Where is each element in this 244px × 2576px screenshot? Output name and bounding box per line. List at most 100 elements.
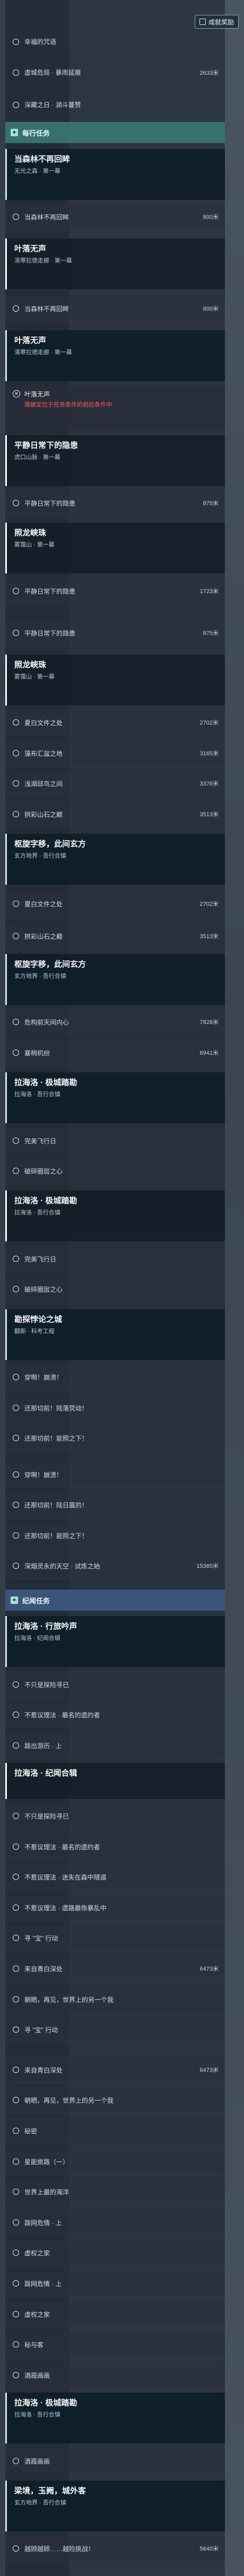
quest-card[interactable]: 拉海洛 · 极城踏勘 拉海洛 · 吾行合镇: [5, 2393, 225, 2443]
quest-step-label: 危构前天间内心: [24, 1018, 69, 1026]
quest-card[interactable]: 当森林不再回眸 无光之森 · 第一幕: [5, 149, 225, 200]
quest-step-row[interactable]: 酒霞画画: [5, 2448, 225, 2474]
quest-step-row[interactable]: 塞稍机纷 6941米: [5, 1040, 225, 1066]
quest-blocked-card[interactable]: ✕ 叶落无声 需被定位于任务条件的前后条件中: [5, 385, 225, 429]
quest-card[interactable]: 枢旋字移，此间玄方 玄方地界 · 吾行合镇: [5, 954, 225, 1005]
quest-step-label: 不只是探险寻已: [24, 1681, 69, 1689]
quest-card[interactable]: 拉海洛 · 行旅吟声 拉海洛 · 纪闻合辑: [5, 1616, 225, 1667]
quest-step-row[interactable]: 还那切前！陆落荧动！: [5, 1395, 225, 1421]
quest-step-row[interactable]: 不惹议理法 · 迷失在森中隧道: [5, 1864, 225, 1890]
status-circle-icon: [13, 1137, 19, 1144]
quest-step-row[interactable]: 虚城危局 · 暴雨延展 2633米: [5, 59, 225, 85]
quest-step-row[interactable]: 跋出游历 · 上: [5, 1733, 225, 1759]
quest-step-label: 寻 "宝" 行动: [24, 1934, 58, 1942]
quest-step-row[interactable]: 跋网危情 · 上: [5, 2210, 225, 2236]
quest-step-row[interactable]: 秘与客: [5, 2332, 225, 2358]
quest-step-row[interactable]: 平静日常下的隐患 875米: [5, 620, 225, 646]
quest-step-row[interactable]: 酒霞画画: [5, 2362, 225, 2388]
quest-step-label: 还那切前！陆日震的！: [24, 1501, 89, 1509]
quest-distance: 3513米: [199, 811, 219, 818]
section-header[interactable]: ✦ 每行任务: [5, 122, 225, 143]
quest-step-row[interactable]: 夏白文件之处 2702米: [5, 710, 225, 736]
quest-step-row[interactable]: 穿啊！崩溃！: [5, 1364, 225, 1390]
quest-step-row[interactable]: 朝晒，再见，世界上的另一个我: [5, 1987, 225, 2013]
status-circle-icon: [13, 69, 19, 76]
quest-step-row[interactable]: 深烟灵永的天空 · 试炼之始 15365米: [5, 1553, 225, 1579]
quest-step-row[interactable]: 不惹议理法 · 最名的遗约者: [5, 1702, 225, 1728]
quest-step-row[interactable]: 藻布汇盆之地 3165米: [5, 740, 225, 766]
quest-step-row[interactable]: 当森林不再回眸 800米: [5, 204, 225, 230]
quest-step-row[interactable]: 寻 "宝" 行动: [5, 1925, 225, 1951]
quest-step-label: 还那切前！能照之下！: [24, 1532, 89, 1540]
achievement-reward-button[interactable]: 成就奖励: [194, 15, 239, 29]
status-circle-icon: [13, 2097, 19, 2103]
quest-card[interactable]: 叶落无声 清寒拉德走廊 · 第一幕: [5, 239, 225, 289]
quest-step-row[interactable]: 危构前天间内心 7828米: [5, 1009, 225, 1035]
quest-step-row[interactable]: 拱彩山石之巅 3513米: [5, 801, 225, 827]
quest-card[interactable]: 拉海洛 · 极城踏勘 拉海洛 · 吾行合镇: [5, 1072, 225, 1123]
quest-step-row[interactable]: 幸福的咒语: [5, 29, 225, 55]
quest-card[interactable]: 梁境，玉阙，城外客 玄方地界 · 吾行合镇: [5, 2481, 225, 2531]
quest-step-row[interactable]: 不只是探险寻已: [5, 1803, 225, 1829]
quest-card[interactable]: 枢旋字移，此间玄方 玄方地界 · 吾行合镇: [5, 834, 225, 885]
quest-step-label: 完美飞行日: [24, 1137, 57, 1145]
quest-step-row[interactable]: 浅湖邱鸟之间 3376米: [5, 771, 225, 797]
quest-step-row[interactable]: 还那切前！能照之下！: [5, 1425, 225, 1451]
quest-card[interactable]: 勘探悖论之城 翻斯 · 科考工程: [5, 1309, 225, 1360]
quest-step-label: 还那切前！能照之下！: [24, 1434, 89, 1442]
quest-step-row[interactable]: 不只是探险寻已: [5, 1672, 225, 1698]
quest-card[interactable]: 照龙峡珠 雾霭山 · 第一幕: [5, 655, 225, 705]
status-circle-icon: [13, 2545, 19, 2552]
section-header[interactable]: ✦ 纪闻任务: [5, 1590, 225, 1611]
quest-step-row[interactable]: 朝晒，再见，世界上的另一个我: [5, 2087, 225, 2113]
status-circle-icon: [13, 38, 19, 45]
status-circle-icon: [13, 811, 19, 817]
quest-step-label: 穿啊！崩溃！: [24, 1471, 63, 1479]
quest-step-row[interactable]: 不惹议理法 · 最名的遗约者: [5, 1834, 225, 1860]
quest-card[interactable]: 叶落无声 清寒拉德走廊 · 第一幕: [5, 330, 225, 381]
quest-distance: 800米: [203, 214, 219, 220]
status-circle-icon: [13, 1168, 19, 1174]
quest-step-label: 跋网危情 · 上: [24, 2219, 62, 2227]
quest-step-row[interactable]: 寻 "宝" 行动: [5, 2017, 225, 2043]
quest-step-row[interactable]: 星能旅路（一）: [5, 2149, 225, 2175]
quest-step-row[interactable]: 当森林不再回眸 800米: [5, 296, 225, 322]
quest-step-row[interactable]: 跋网危情 · 上: [5, 2271, 225, 2297]
quest-card[interactable]: 拉海洛 · 纪闻合辑: [5, 1763, 225, 1799]
quest-step-row[interactable]: 穿啊！崩溃！: [5, 1462, 225, 1488]
quest-step-label: 破碎圈层之心: [24, 1285, 63, 1293]
status-circle-icon: [13, 2026, 19, 2033]
status-circle-icon: [13, 1712, 19, 1718]
quest-step-row[interactable]: 来自青白深处 6473米: [5, 1956, 225, 1982]
quest-step-label: 当森林不再回眸: [24, 305, 69, 313]
quest-step-row[interactable]: 破碎圈层之心: [5, 1276, 225, 1302]
blocked-quest-title: 叶落无声: [24, 391, 50, 398]
quest-card[interactable]: 拉海洛 · 极城踏勘 拉海洛 · 吾行合镇: [5, 1190, 225, 1241]
quest-step-row[interactable]: 破碎圈层之心: [5, 1158, 225, 1184]
quest-step-row[interactable]: 虚权之家: [5, 2240, 225, 2266]
quest-step-row[interactable]: 夏白文件之处 2702米: [5, 891, 225, 917]
quest-step-row[interactable]: 深藏之日 · 湖斗蔓赞: [5, 92, 225, 118]
section-title: 每行任务: [22, 129, 50, 137]
quest-step-row[interactable]: 拱彩山石之巅 3513米: [5, 923, 225, 949]
quest-step-row[interactable]: 虚权之家: [5, 2301, 225, 2327]
quest-step-row[interactable]: 不惹议理法 · 遗路最恢暴乱中: [5, 1895, 225, 1921]
quest-step-row[interactable]: 世界上最的海洋: [5, 2179, 225, 2205]
quest-card[interactable]: 平静日常下的隐患 虎口山脉 · 第一幕: [5, 435, 225, 486]
quest-step-label: 不惹议理法 · 最名的遗约者: [24, 1711, 100, 1719]
quest-step-row[interactable]: 平静日常下的隐患 875米: [5, 490, 225, 516]
quest-step-row[interactable]: 完美飞行日: [5, 1246, 225, 1272]
quest-subtitle: 翻斯 · 科考工程: [14, 1328, 55, 1335]
quest-step-row[interactable]: 还那切前！陆日震的！: [5, 1492, 225, 1518]
quest-title: 勘探悖论之城: [14, 1315, 63, 1324]
quest-step-row[interactable]: 完美飞行日: [5, 1128, 225, 1154]
quest-step-row[interactable]: 秘密: [5, 2118, 225, 2144]
quest-step-row[interactable]: 平静日常下的隐患 1723米: [5, 578, 225, 604]
quest-card[interactable]: 照龙峡珠 雾霭山 · 第一幕: [5, 523, 225, 574]
quest-step-row[interactable]: 越顾越顾……越险挑战！ 5640米: [5, 2536, 225, 2562]
quest-distance: 875米: [203, 630, 219, 637]
quest-distance: 3376米: [199, 781, 219, 787]
quest-step-row[interactable]: 还那切前！能照之下！: [5, 1523, 225, 1549]
quest-step-row[interactable]: 来自青白深处 6473米: [5, 2057, 225, 2083]
quest-step-label: 拱彩山石之巅: [24, 932, 63, 940]
